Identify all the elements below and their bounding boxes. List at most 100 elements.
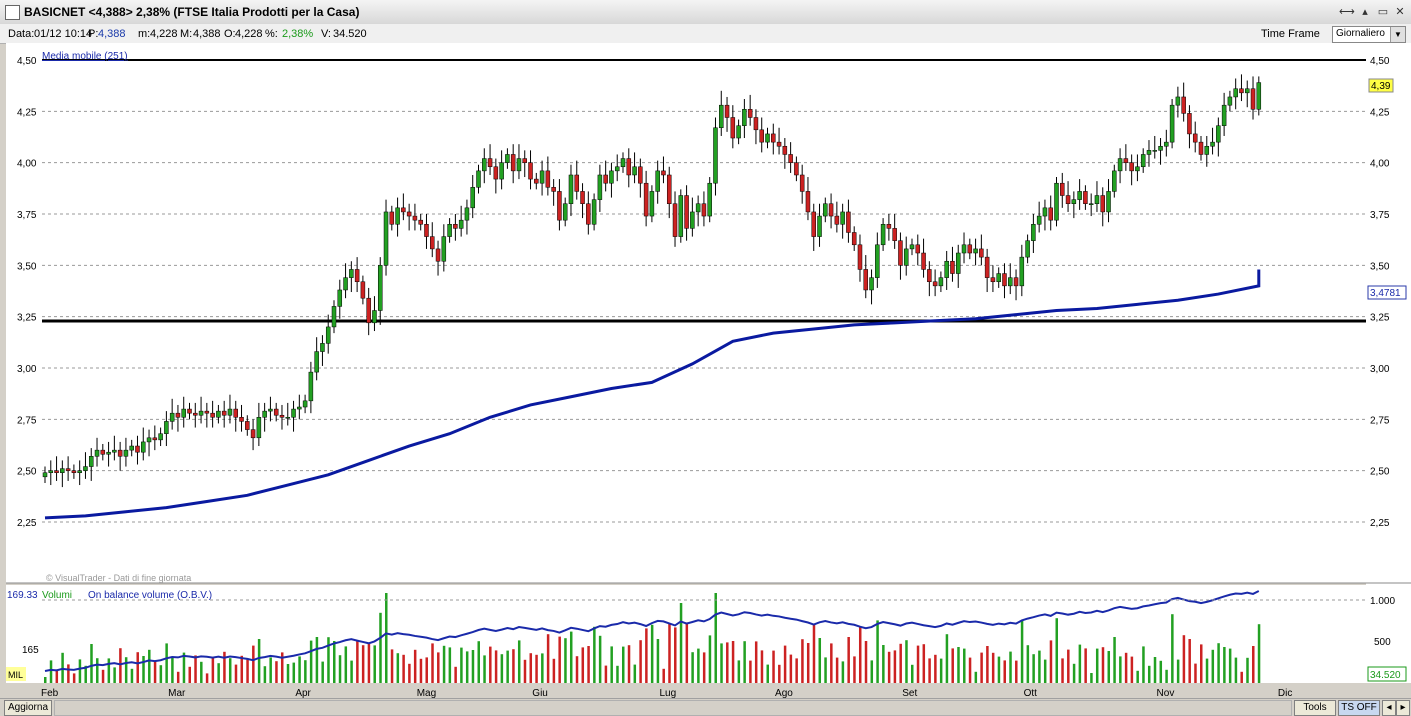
volume-bar [1009, 651, 1012, 683]
candle-body [308, 371, 314, 402]
volume-bar [645, 628, 648, 683]
candle-body [360, 281, 366, 299]
timeline-scrollbar[interactable] [54, 700, 1292, 716]
candle-body [701, 203, 707, 217]
close-icon[interactable]: ✕ [1393, 5, 1407, 19]
max-value: 4,388 [193, 28, 221, 40]
candle-body [216, 410, 221, 418]
candle-body [1250, 88, 1256, 110]
volume-bar [1194, 663, 1197, 683]
volume-bar [911, 664, 914, 683]
candle-body [447, 224, 452, 237]
candle-body [730, 117, 736, 139]
obv-label[interactable]: On balance volume (O.B.V.) [88, 590, 212, 601]
candle-body [1221, 104, 1227, 126]
volume-bar [702, 652, 706, 683]
volume-bar [356, 641, 359, 683]
scroll-right-icon[interactable]: ▸ [1396, 700, 1410, 716]
volume-bar [864, 641, 868, 683]
obv-right-tick-500: 500 [1374, 637, 1391, 648]
candle-body [840, 211, 845, 225]
refresh-button[interactable]: Aggiorna [4, 700, 52, 716]
candle-body [609, 170, 614, 184]
volume-bar [1171, 614, 1174, 683]
volume-bar [1182, 635, 1186, 683]
candle-body [938, 277, 944, 287]
volume-bar [633, 664, 637, 683]
candle-body [505, 154, 510, 163]
candle-body [1152, 150, 1158, 152]
resize-icon[interactable]: ⟷ [1339, 5, 1355, 19]
volume-bar [986, 646, 989, 683]
candle-body [250, 429, 256, 439]
candle-body [759, 129, 764, 143]
minimize-icon[interactable]: ▴ [1358, 5, 1372, 19]
candle-body [169, 412, 175, 422]
candle-body [297, 406, 302, 410]
candle-body [1227, 96, 1233, 106]
y-tick-right: 3,50 [1370, 261, 1390, 272]
candle-body [112, 449, 117, 453]
candle-body [996, 273, 1001, 283]
scroll-left-icon[interactable]: ◂ [1382, 700, 1396, 716]
volume-bar [616, 665, 619, 683]
candle-body [152, 437, 158, 441]
candle-body [1198, 141, 1204, 155]
ma-indicator-label[interactable]: Media mobile (251) [42, 51, 128, 62]
volume-bar [1020, 620, 1024, 683]
volume-bar [246, 659, 249, 683]
volume-bar [598, 635, 602, 683]
volume-bar [1130, 656, 1134, 683]
tools-button[interactable]: Tools [1294, 700, 1336, 716]
volume-bar [818, 638, 822, 683]
candle-body [528, 162, 533, 180]
volume-bar [760, 650, 764, 683]
candle-body [1106, 191, 1111, 213]
candle-body [846, 211, 851, 233]
volume-bar [275, 661, 278, 683]
ts-off-button[interactable]: TS OFF [1338, 700, 1380, 716]
volume-bar [1257, 624, 1261, 683]
candle-body [614, 166, 620, 172]
volume-bar [1136, 670, 1139, 683]
candle-body [1158, 145, 1163, 151]
timeframe-select[interactable]: Giornaliero ▼ [1332, 26, 1406, 43]
candle-body [60, 468, 65, 473]
y-tick-right: 4,00 [1370, 159, 1390, 170]
volume-bar [835, 657, 839, 683]
volume-bar [650, 624, 654, 683]
candle-body [1135, 166, 1140, 172]
volume-bar [569, 631, 573, 683]
candle-body [476, 170, 481, 188]
candle-body [771, 133, 776, 143]
chevron-down-icon[interactable]: ▼ [1390, 27, 1405, 42]
volume-bar [240, 655, 244, 683]
x-tick-month: Apr [295, 688, 311, 698]
candle-body [724, 104, 730, 118]
volume-bar [916, 645, 920, 683]
volume-bar [523, 659, 527, 683]
volume-bar [1003, 660, 1006, 683]
volume-bar [67, 664, 70, 683]
candle-body [354, 269, 360, 283]
maximize-icon[interactable]: ▭ [1376, 5, 1390, 19]
candle-body [221, 410, 227, 416]
volume-left-tick: 165 [22, 645, 39, 656]
volume-bar [564, 638, 567, 683]
volume-bar [448, 647, 452, 683]
chart-area[interactable]: 4,50 4,25 4,00 3,75 3,50 3,25 3,00 2,75 2,50 2,25… [0, 43, 1411, 698]
volume-bar [373, 645, 376, 683]
candle-body [418, 219, 423, 225]
candle-body [747, 109, 753, 118]
candle-body [343, 277, 348, 291]
volume-bar [1032, 654, 1035, 683]
candle-body [279, 414, 285, 418]
volume-bar [812, 623, 816, 683]
volume-bar [1142, 646, 1145, 683]
volume-bar [639, 640, 642, 683]
candle-body [1077, 191, 1082, 200]
volume-bar [795, 658, 798, 683]
volume-bar [327, 637, 330, 683]
candle-body [915, 244, 921, 254]
candle-body [927, 269, 932, 283]
